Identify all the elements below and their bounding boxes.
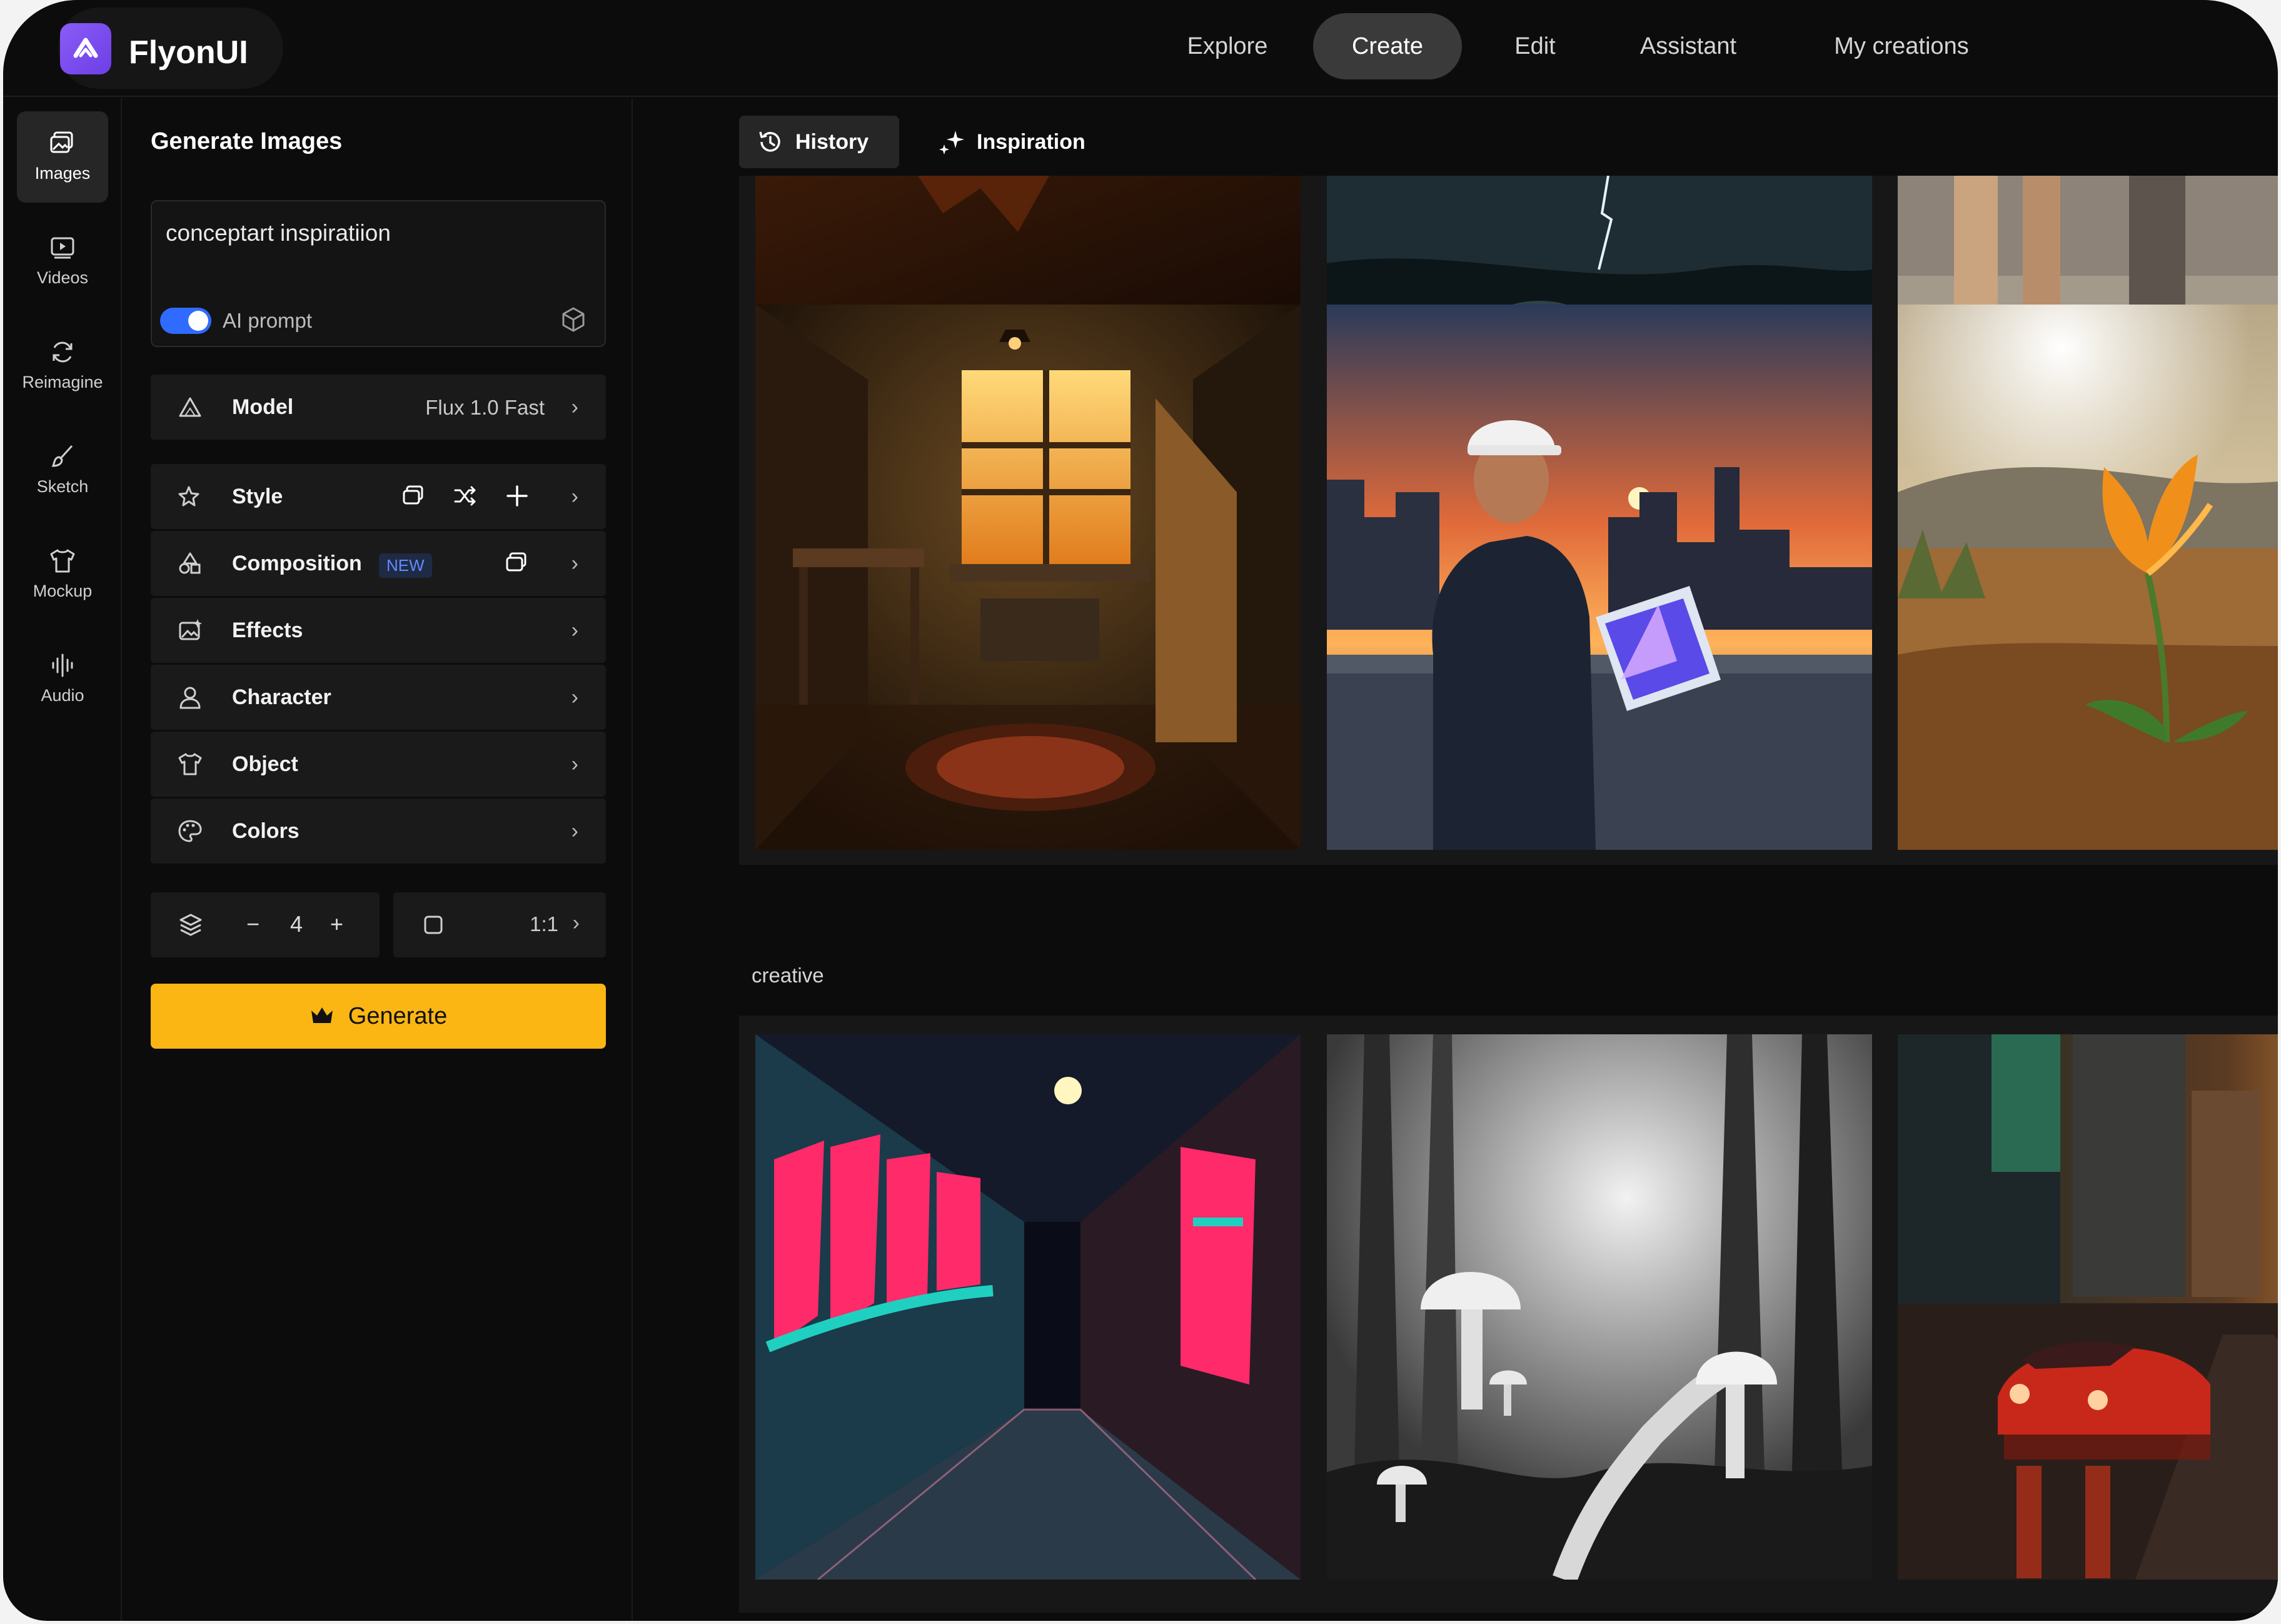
effects-label: Effects	[232, 618, 303, 642]
chevron-right-icon: ›	[571, 552, 578, 575]
chevron-right-icon: ›	[571, 752, 578, 776]
style-option[interactable]: Style ›	[151, 464, 606, 529]
sparkles-icon	[939, 131, 964, 154]
refresh-icon	[53, 341, 73, 363]
model-label: Model	[232, 395, 294, 419]
effects-option[interactable]: Effects ›	[151, 598, 606, 663]
new-badge: NEW	[379, 553, 432, 578]
rail-label: Sketch	[36, 477, 89, 496]
top-bar: FlyonUI Explore Create Edit Assistant My…	[3, 0, 2278, 97]
generate-label: Generate	[348, 1002, 448, 1029]
rail-label: Reimagine	[22, 373, 103, 391]
brand-logo-icon	[60, 23, 111, 74]
composition-option[interactable]: Composition NEW ›	[151, 531, 606, 596]
history-icon	[759, 131, 780, 152]
character-label: Character	[232, 685, 331, 709]
style-label: Style	[232, 485, 283, 508]
nav-explore[interactable]: Explore	[1165, 13, 1290, 79]
rail-item-reimagine[interactable]: Reimagine	[17, 320, 108, 411]
image-count-stepper: − 4 +	[151, 892, 380, 957]
rail-item-sketch[interactable]: Sketch	[17, 425, 108, 516]
model-value: Flux 1.0 Fast	[425, 396, 545, 419]
generate-button[interactable]: Generate	[151, 984, 606, 1049]
plus-icon[interactable]	[504, 483, 530, 509]
tab-label: Inspiration	[977, 129, 1085, 154]
shirt-icon	[178, 753, 202, 775]
panel-title: Generate Images	[151, 128, 343, 154]
model-select[interactable]: Model Flux 1.0 Fast ›	[151, 375, 606, 440]
tab-history[interactable]: History	[739, 116, 899, 168]
ai-prompt-toggle[interactable]	[160, 308, 211, 334]
brush-icon	[51, 445, 73, 467]
chevron-right-icon: ›	[571, 685, 578, 709]
rail-label: Images	[34, 164, 91, 183]
decrement-button[interactable]: −	[246, 911, 259, 937]
increment-button[interactable]: +	[330, 911, 343, 937]
palette-icon	[178, 820, 202, 842]
chevron-right-icon: ›	[571, 395, 578, 419]
tab-label: History	[795, 129, 869, 154]
image-tile[interactable]	[1327, 1034, 1872, 1580]
object-label: Object	[232, 752, 298, 776]
aspect-ratio-value: 1:1	[530, 912, 558, 936]
rail-label: Videos	[36, 268, 89, 287]
prompt-textarea[interactable]: conceptart inspiratiion AI prompt	[151, 200, 606, 347]
section-label: creative	[752, 964, 824, 987]
nav-create[interactable]: Create	[1313, 13, 1462, 79]
image-tile[interactable]	[1898, 305, 2278, 850]
image-sparkle-icon	[179, 619, 202, 640]
rail-label: Audio	[41, 686, 84, 705]
tab-inspiration[interactable]: Inspiration	[920, 116, 1103, 168]
tool-rail: Images Videos Reimagine Sketch Mockup Au…	[3, 98, 122, 1621]
generate-panel: Generate Images conceptart inspiratiion …	[123, 98, 633, 1621]
prompt-value: conceptart inspiratiion	[166, 220, 391, 246]
colors-label: Colors	[232, 819, 300, 843]
image-tile[interactable]	[1327, 305, 1872, 850]
chevron-right-icon: ›	[572, 911, 580, 935]
shirt-icon	[50, 549, 75, 573]
chevron-right-icon: ›	[571, 819, 578, 843]
layers-icon	[179, 914, 202, 936]
image-reference-icon[interactable]	[401, 483, 427, 509]
shapes-icon	[179, 552, 201, 574]
square-icon	[424, 915, 443, 934]
brand[interactable]: FlyonUI	[58, 8, 283, 89]
cube-icon[interactable]	[560, 306, 587, 333]
object-option[interactable]: Object ›	[151, 732, 606, 797]
image-tile[interactable]	[1898, 1034, 2278, 1580]
rail-item-audio[interactable]: Audio	[17, 633, 108, 725]
crown-icon	[311, 1007, 333, 1023]
images-icon	[50, 131, 73, 153]
audio-wave-icon	[52, 653, 73, 677]
image-tile[interactable]	[755, 1034, 1301, 1580]
nav-edit[interactable]: Edit	[1498, 13, 1573, 79]
rail-item-mockup[interactable]: Mockup	[17, 529, 108, 620]
count-value: 4	[290, 911, 303, 937]
sparkle-star-icon	[178, 486, 199, 507]
aspect-ratio-select[interactable]: 1:1 ›	[393, 892, 606, 957]
shuffle-icon[interactable]	[452, 483, 478, 509]
user-icon	[179, 687, 201, 709]
video-icon	[51, 237, 74, 259]
triangle-ruler-icon	[179, 397, 201, 417]
app-window: FlyonUI Explore Create Edit Assistant My…	[3, 0, 2278, 1621]
rail-label: Mockup	[33, 582, 93, 600]
brand-name: FlyonUI	[129, 34, 248, 71]
gallery: History Inspiration creative	[634, 98, 2278, 1621]
rail-item-videos[interactable]: Videos	[17, 216, 108, 307]
rail-item-images[interactable]: Images	[17, 111, 108, 203]
character-option[interactable]: Character ›	[151, 665, 606, 730]
colors-option[interactable]: Colors ›	[151, 799, 606, 864]
chevron-right-icon: ›	[571, 618, 578, 642]
image-tile[interactable]	[755, 305, 1301, 850]
ai-prompt-label: AI prompt	[223, 309, 313, 332]
composition-label: Composition	[232, 552, 362, 575]
image-reference-icon[interactable]	[504, 550, 530, 576]
nav-assistant[interactable]: Assistant	[1616, 13, 1760, 79]
nav-my-creations[interactable]: My creations	[1808, 13, 1995, 79]
chevron-right-icon: ›	[571, 485, 578, 508]
